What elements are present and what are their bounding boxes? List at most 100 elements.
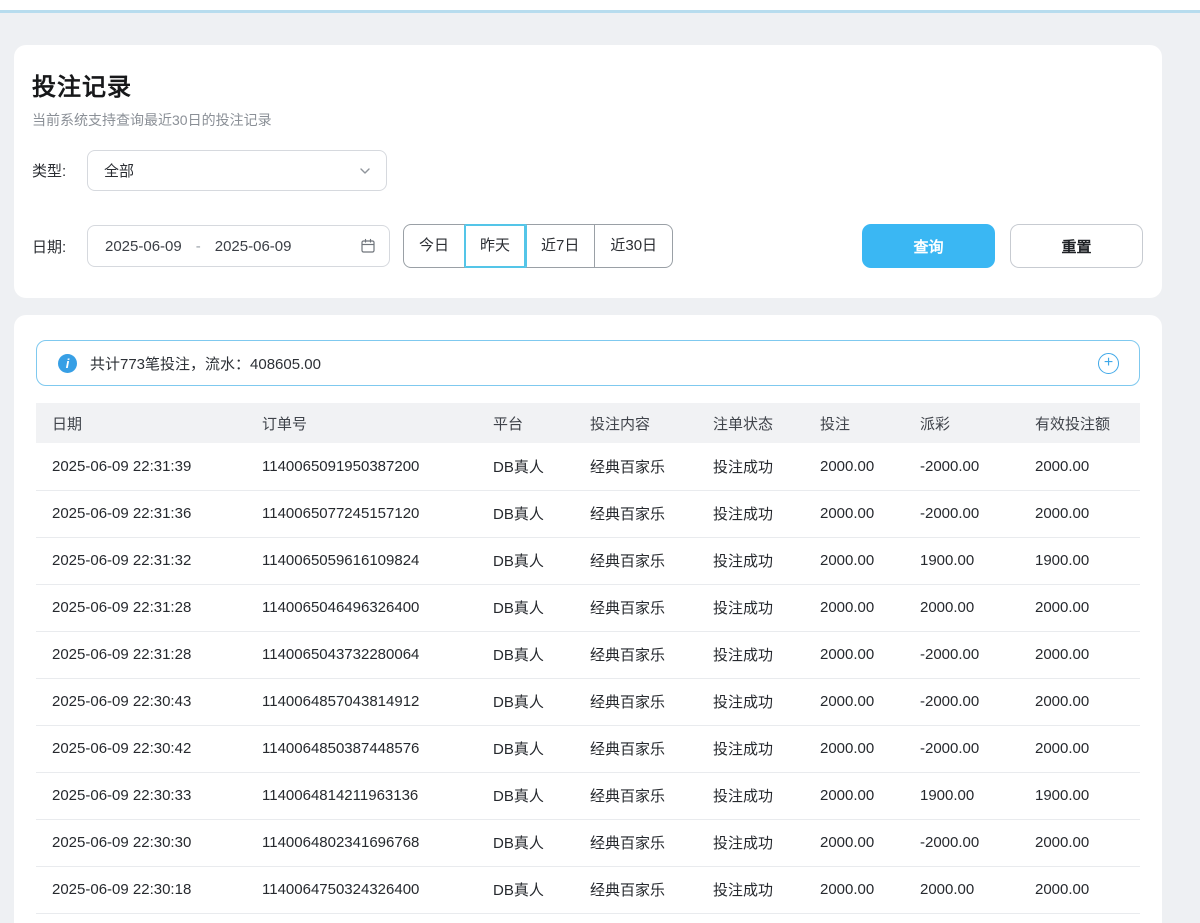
page-subtitle: 当前系统支持查询最近30日的投注记录: [32, 110, 1143, 130]
cell-bet-amount: 2000.00: [820, 443, 920, 490]
cell-payout: -2000.00: [920, 819, 1035, 866]
table-row: 2025-06-09 22:31:361140065077245157120DB…: [36, 490, 1140, 537]
cell-date: 2025-06-09 22:31:32: [36, 537, 262, 584]
quick-range-button[interactable]: 今日: [404, 225, 465, 267]
quick-range-group: 今日昨天近7日近30日: [403, 224, 673, 268]
quick-range-button[interactable]: 昨天: [465, 225, 526, 267]
top-accent-line: [0, 10, 1200, 13]
cell-bet-content: 经典百家乐: [590, 443, 713, 490]
cell-date: 2025-06-09 22:31:28: [36, 631, 262, 678]
cell-valid-bet-amount: 2000.00: [1035, 678, 1140, 725]
page-title: 投注记录: [32, 67, 1143, 102]
cell-bet-status: 投注成功: [713, 537, 820, 584]
cell-valid-bet-amount: 2000.00: [1035, 443, 1140, 490]
cell-platform: DB真人: [493, 443, 590, 490]
cell-platform: DB真人: [493, 866, 590, 913]
cell-date: 2025-06-09 22:31:39: [36, 443, 262, 490]
cell-platform: DB真人: [493, 584, 590, 631]
quick-range-button[interactable]: 近7日: [526, 225, 595, 267]
table-header-cell: 有效投注额: [1035, 403, 1140, 443]
plus-circle-icon[interactable]: +: [1098, 353, 1119, 374]
cell-platform: DB真人: [493, 819, 590, 866]
cell-order-number: 1140065043732280064: [262, 631, 493, 678]
cell-order-number: 1140064857043814912: [262, 678, 493, 725]
cell-date: 2025-06-09 22:30:18: [36, 866, 262, 913]
cell-bet-content: 经典百家乐: [590, 490, 713, 537]
type-select[interactable]: 全部: [87, 150, 387, 191]
date-range-input[interactable]: 2025-06-09 - 2025-06-09: [87, 225, 390, 267]
cell-date: 2025-06-09 22:31:36: [36, 490, 262, 537]
cell-payout: 2000.00: [920, 866, 1035, 913]
cell-bet-status: 投注成功: [713, 584, 820, 631]
table-header-cell: 投注内容: [590, 403, 713, 443]
cell-date: 2025-06-09 22:30:42: [36, 725, 262, 772]
cell-bet-status: 投注成功: [713, 678, 820, 725]
cell-bet-status: 投注成功: [713, 490, 820, 537]
table-row: 2025-06-09 22:30:181140064750324326400DB…: [36, 866, 1140, 913]
table-header-cell: 订单号: [262, 403, 493, 443]
filter-card: 投注记录 当前系统支持查询最近30日的投注记录 类型: 全部 日期: 2025-…: [14, 45, 1162, 298]
date-label: 日期:: [32, 236, 74, 257]
cell-bet-amount: 2000.00: [820, 631, 920, 678]
table-header-row: 日期订单号平台投注内容注单状态投注派彩有效投注额: [36, 403, 1140, 443]
table-header-cell: 注单状态: [713, 403, 820, 443]
summary-banner: i 共计773笔投注，流水：408605.00 +: [36, 340, 1140, 386]
cell-bet-amount: 2000.00: [820, 584, 920, 631]
cell-valid-bet-amount: 2000.00: [1035, 631, 1140, 678]
reset-button[interactable]: 重置: [1010, 224, 1143, 268]
cell-valid-bet-amount: 1900.00: [1035, 772, 1140, 819]
cell-date: 2025-06-09 22:30:43: [36, 678, 262, 725]
type-label: 类型:: [32, 160, 74, 181]
cell-bet-status: 投注成功: [713, 866, 820, 913]
table-row: 2025-06-09 22:31:391140065091950387200DB…: [36, 443, 1140, 490]
cell-payout: -2000.00: [920, 443, 1035, 490]
cell-order-number: 1140065077245157120: [262, 490, 493, 537]
summary-text: 共计773笔投注，流水：408605.00: [90, 353, 321, 374]
cell-bet-amount: 2000.00: [820, 772, 920, 819]
cell-bet-content: 经典百家乐: [590, 584, 713, 631]
table-row: 2025-06-09 22:31:281140065046496326400DB…: [36, 584, 1140, 631]
table-row: 2025-06-09 22:31:281140065043732280064DB…: [36, 631, 1140, 678]
cell-valid-bet-amount: 2000.00: [1035, 725, 1140, 772]
cell-bet-content: 经典百家乐: [590, 866, 713, 913]
cell-order-number: 1140065059616109824: [262, 537, 493, 584]
cell-bet-amount: 2000.00: [820, 678, 920, 725]
cell-bet-status: 投注成功: [713, 772, 820, 819]
cell-platform: DB真人: [493, 490, 590, 537]
date-start-value: 2025-06-09: [105, 238, 182, 255]
cell-payout: -2000.00: [920, 678, 1035, 725]
table-header-cell: 投注: [820, 403, 920, 443]
info-circle-icon: i: [58, 354, 77, 373]
cell-bet-amount: 2000.00: [820, 866, 920, 913]
cell-payout: 1900.00: [920, 772, 1035, 819]
table-row: 2025-06-09 22:31:321140065059616109824DB…: [36, 537, 1140, 584]
table-header-cell: 日期: [36, 403, 262, 443]
cell-bet-amount: 2000.00: [820, 819, 920, 866]
query-button[interactable]: 查询: [862, 224, 995, 268]
cell-bet-status: 投注成功: [713, 443, 820, 490]
cell-date: 2025-06-09 22:30:33: [36, 772, 262, 819]
cell-order-number: 1140064750324326400: [262, 866, 493, 913]
quick-range-button[interactable]: 近30日: [595, 225, 672, 267]
cell-payout: -2000.00: [920, 490, 1035, 537]
cell-platform: DB真人: [493, 631, 590, 678]
cell-platform: DB真人: [493, 678, 590, 725]
cell-order-number: 1140065046496326400: [262, 584, 493, 631]
table-row: 2025-06-09 22:30:301140064802341696768DB…: [36, 819, 1140, 866]
cell-bet-content: 经典百家乐: [590, 772, 713, 819]
cell-bet-amount: 2000.00: [820, 537, 920, 584]
cell-platform: DB真人: [493, 537, 590, 584]
cell-valid-bet-amount: 1900.00: [1035, 537, 1140, 584]
chevron-down-icon: [358, 164, 372, 178]
cell-bet-content: 经典百家乐: [590, 537, 713, 584]
cell-bet-content: 经典百家乐: [590, 819, 713, 866]
table-row: 2025-06-09 22:30:421140064850387448576DB…: [36, 725, 1140, 772]
cell-payout: 2000.00: [920, 584, 1035, 631]
cell-payout: -2000.00: [920, 725, 1035, 772]
cell-bet-status: 投注成功: [713, 819, 820, 866]
cell-platform: DB真人: [493, 772, 590, 819]
cell-order-number: 1140064850387448576: [262, 725, 493, 772]
table-row: 2025-06-09 22:30:331140064814211963136DB…: [36, 772, 1140, 819]
top-white-strip: [0, 0, 1200, 10]
records-card: i 共计773笔投注，流水：408605.00 + 日期订单号平台投注内容注单状…: [14, 315, 1162, 923]
